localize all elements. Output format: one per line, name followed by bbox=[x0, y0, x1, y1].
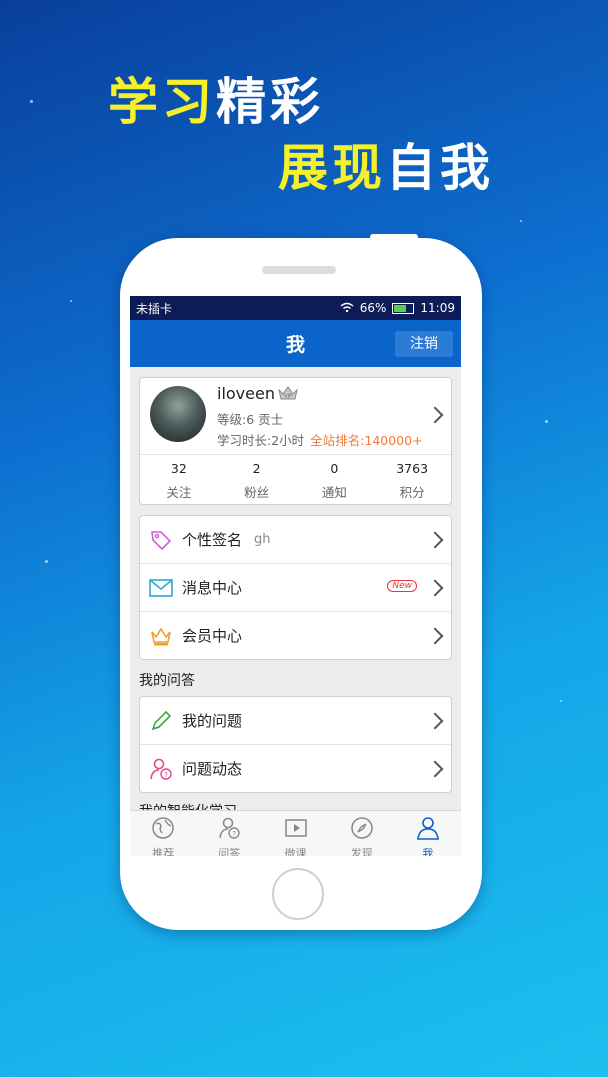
site-rank: 全站排名:140000+ bbox=[310, 433, 423, 448]
video-icon bbox=[284, 819, 307, 837]
promo-headline-1-highlight: 学习 bbox=[108, 73, 216, 131]
sparkle bbox=[70, 300, 72, 302]
sparkle bbox=[45, 560, 48, 563]
new-badge: New bbox=[387, 580, 417, 592]
chevron-right-icon bbox=[426, 627, 444, 645]
pencil-icon bbox=[148, 708, 174, 734]
sparkle bbox=[30, 100, 33, 103]
compass-icon bbox=[350, 817, 373, 839]
clock: 11:09 bbox=[420, 301, 455, 315]
crown-icon bbox=[148, 623, 174, 649]
study-info: 学习时长:2小时 全站排名:140000+ bbox=[217, 430, 423, 449]
promo-headline-2-highlight: 展现 bbox=[278, 139, 386, 197]
status-bar: 未插卡 66% 11:09 bbox=[130, 296, 461, 320]
chevron-right-icon bbox=[426, 760, 444, 778]
stat-followers[interactable]: 2 粉丝 bbox=[218, 455, 296, 504]
menu-item-label: 个性签名 bbox=[182, 531, 243, 549]
menu-list: 个性签名 gh 消息中心 New 会员中心 bbox=[139, 515, 452, 660]
chevron-right-icon bbox=[426, 406, 444, 424]
promo-headline-1: 学习精彩 bbox=[108, 62, 324, 134]
logout-button[interactable]: 注销 bbox=[395, 331, 453, 357]
phone-power-button bbox=[370, 234, 418, 240]
chevron-right-icon bbox=[426, 531, 444, 549]
menu-item-label: 会员中心 bbox=[182, 627, 243, 645]
battery-percent: 66% bbox=[359, 301, 387, 315]
menu-item-membership[interactable]: 会员中心 bbox=[140, 611, 451, 659]
study-time: 学习时长:2小时 bbox=[217, 433, 305, 448]
wifi-icon bbox=[340, 301, 354, 315]
tab-recommend[interactable]: 推荐 bbox=[130, 811, 196, 856]
svg-text:VIP: VIP bbox=[284, 394, 292, 400]
page-title: 我 bbox=[285, 334, 305, 356]
svg-text:?: ? bbox=[232, 830, 236, 838]
stat-value: 3763 bbox=[396, 461, 429, 476]
globe-icon bbox=[152, 817, 174, 839]
menu-item-question-activity[interactable]: ? 问题动态 bbox=[140, 744, 451, 792]
status-icons: 66% 11:09 bbox=[340, 301, 455, 315]
promo-headline-1-rest: 精彩 bbox=[216, 73, 324, 131]
vip-crown-icon: VIP bbox=[278, 386, 298, 400]
carrier-label: 未插卡 bbox=[136, 301, 173, 316]
profile-stats: 32 关注 2 粉丝 0 通知 3763 积分 bbox=[140, 454, 451, 504]
stat-label: 通知 bbox=[321, 485, 347, 500]
tab-label: 问答 bbox=[218, 847, 241, 856]
sparkle bbox=[520, 220, 522, 222]
stat-value: 32 bbox=[170, 461, 187, 476]
promo-headline-2-rest: 自我 bbox=[386, 139, 494, 197]
signature-value: gh bbox=[254, 532, 271, 547]
profile-card: iloveen VIP 等级:6 贡士 学习时长:2小时 全站排名:140000+… bbox=[139, 377, 452, 505]
user-question-icon: ? bbox=[148, 756, 174, 782]
menu-item-label: 我的问题 bbox=[182, 712, 243, 730]
tab-label: 推荐 bbox=[152, 847, 175, 856]
sparkle bbox=[560, 700, 562, 702]
mail-icon bbox=[148, 575, 174, 601]
menu-item-label: 消息中心 bbox=[182, 579, 243, 597]
tab-qa[interactable]: ? 问答 bbox=[196, 811, 262, 856]
tag-icon bbox=[148, 527, 174, 553]
phone-home-button bbox=[272, 868, 324, 920]
menu-item-my-questions[interactable]: 我的问题 bbox=[140, 697, 451, 744]
stat-notifications[interactable]: 0 通知 bbox=[296, 455, 374, 504]
sparkle bbox=[545, 420, 548, 423]
tab-me[interactable]: 我 bbox=[395, 811, 461, 856]
profile-summary[interactable]: iloveen VIP 等级:6 贡士 学习时长:2小时 全站排名:140000+ bbox=[140, 378, 451, 454]
qa-icon: ? bbox=[219, 817, 240, 839]
stat-following[interactable]: 32 关注 bbox=[140, 455, 218, 504]
tab-microclass[interactable]: 微课 bbox=[262, 811, 328, 856]
svg-text:?: ? bbox=[164, 771, 168, 779]
username: iloveen bbox=[217, 384, 275, 403]
qa-section-title: 我的问答 bbox=[139, 673, 195, 689]
stat-value: 0 bbox=[330, 461, 339, 476]
stat-value: 2 bbox=[252, 461, 261, 476]
tab-label: 我 bbox=[422, 847, 434, 856]
qa-list: 我的问题 ? 问题动态 bbox=[139, 696, 452, 793]
app-screen: 未插卡 66% 11:09 我 注销 iloveen VIP 等级:6 贡士 学… bbox=[130, 296, 461, 856]
promo-headline-2: 展现自我 bbox=[278, 128, 494, 200]
stat-points[interactable]: 3763 积分 bbox=[373, 455, 451, 504]
avatar[interactable] bbox=[150, 386, 206, 442]
stat-label: 粉丝 bbox=[244, 485, 270, 500]
tab-label: 微课 bbox=[284, 847, 307, 856]
phone-frame: 未插卡 66% 11:09 我 注销 iloveen VIP 等级:6 贡士 学… bbox=[120, 234, 482, 930]
stat-label: 关注 bbox=[166, 485, 192, 500]
menu-item-messages[interactable]: 消息中心 New bbox=[140, 563, 451, 611]
tab-discover[interactable]: 发现 bbox=[329, 811, 395, 856]
chevron-right-icon bbox=[426, 712, 444, 730]
menu-item-label: 问题动态 bbox=[182, 760, 243, 778]
menu-item-signature[interactable]: 个性签名 gh bbox=[140, 516, 451, 563]
phone-speaker bbox=[262, 266, 336, 274]
stat-label: 积分 bbox=[399, 485, 425, 500]
bottom-tab-bar: 推荐 ? 问答 微课 发现 我 bbox=[130, 810, 461, 856]
battery-icon bbox=[392, 302, 415, 314]
tab-label: 发现 bbox=[350, 847, 373, 856]
header-bar: 我 注销 bbox=[130, 320, 461, 367]
user-level: 等级:6 贡士 bbox=[217, 412, 284, 427]
person-icon bbox=[417, 817, 439, 840]
chevron-right-icon bbox=[426, 579, 444, 597]
